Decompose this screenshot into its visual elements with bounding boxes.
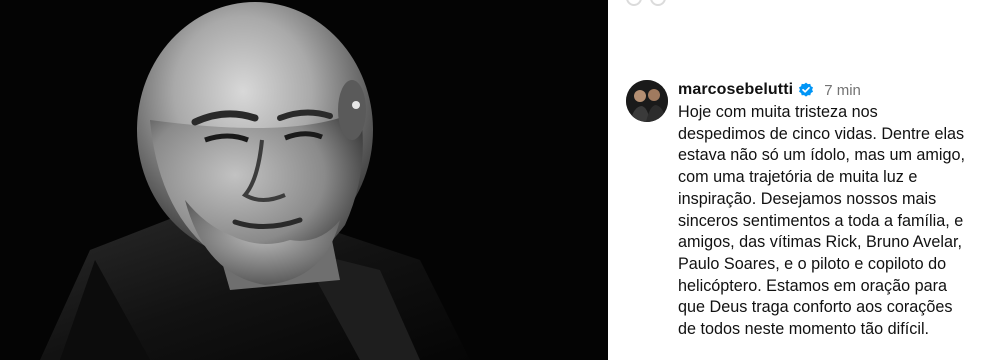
portrait-image: [0, 0, 608, 360]
caption-comment: marcosebelutti 7 min Hoje com muita tris…: [626, 80, 996, 341]
top-icons: [626, 0, 666, 6]
verified-badge-icon: [799, 82, 814, 97]
comment-timestamp[interactable]: 7 min: [824, 82, 861, 99]
avatar[interactable]: [626, 80, 668, 122]
circle-icon[interactable]: [626, 0, 642, 6]
circle-icon[interactable]: [650, 0, 666, 6]
avatar-image: [626, 80, 668, 122]
post-photo[interactable]: [0, 0, 608, 360]
username-link[interactable]: marcosebelutti: [678, 81, 793, 99]
caption-text: Hoje com muita tristeza nos despedimos d…: [678, 103, 966, 339]
comments-pane: marcosebelutti 7 min Hoje com muita tris…: [608, 0, 1000, 360]
